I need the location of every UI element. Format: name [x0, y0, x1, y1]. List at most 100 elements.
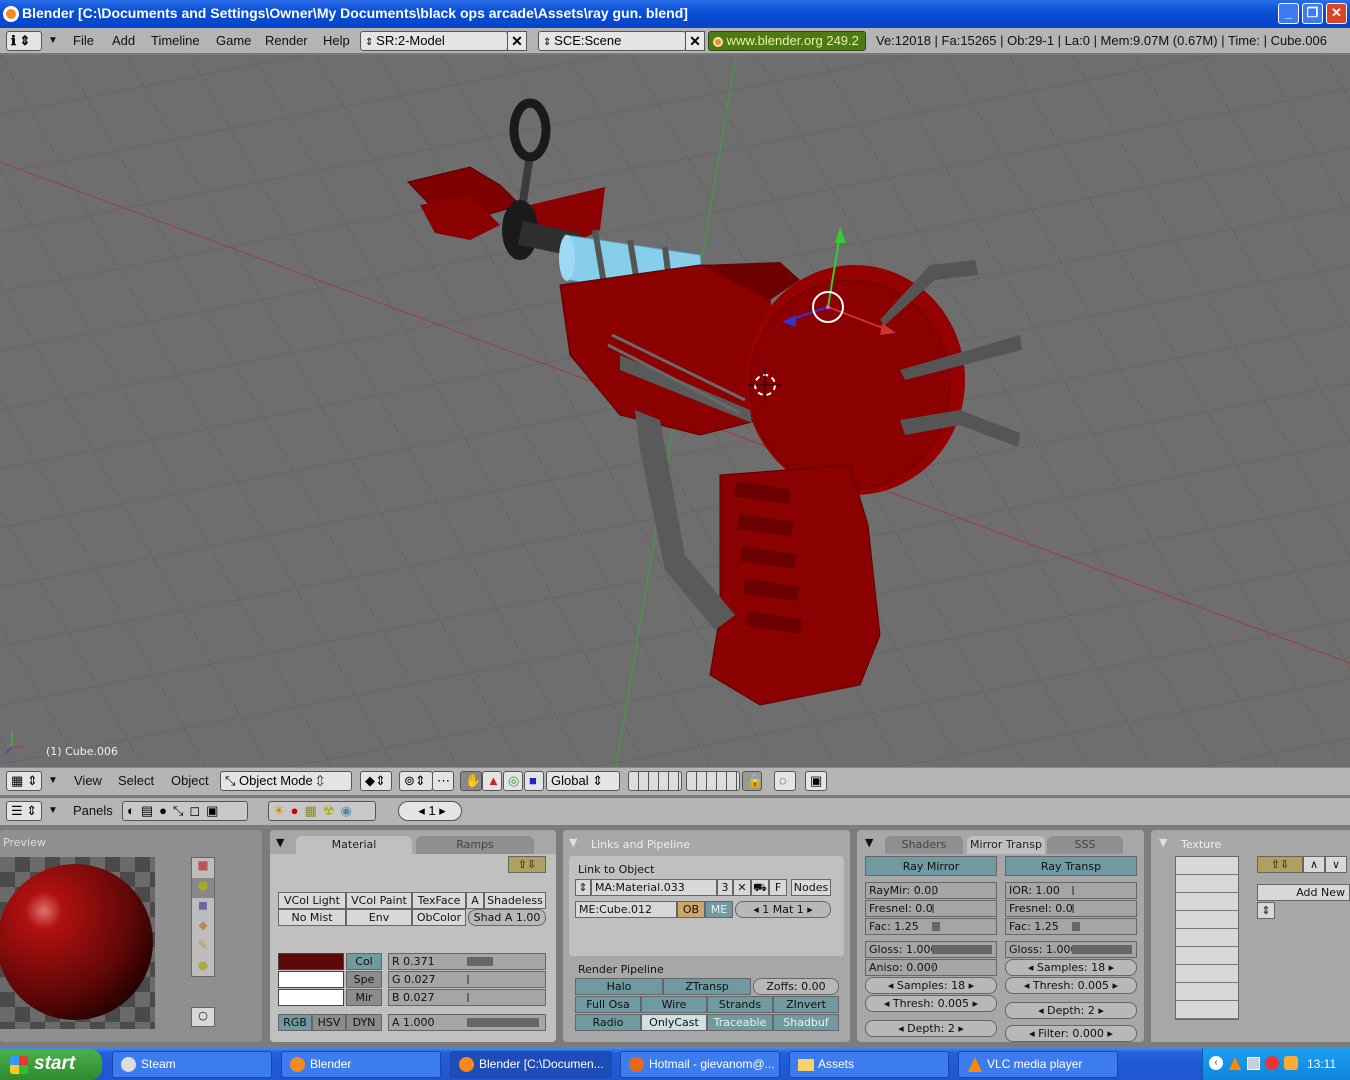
draw-type-select[interactable]: ◆⇕ — [360, 771, 392, 791]
mirror-depth-field[interactable]: ◂ Depth: 2 ▸ — [865, 1020, 997, 1037]
hsv-mode-button[interactable]: HSV — [312, 1014, 346, 1031]
lock-layers-icon[interactable]: 🔒 — [742, 771, 762, 791]
translate-icon[interactable]: ▲ — [482, 771, 502, 791]
collapse-menu-icon[interactable]: ▼ — [48, 35, 58, 46]
manipulator-toggle[interactable]: ✋ — [460, 771, 482, 791]
radio-toggle[interactable]: Radio — [575, 1014, 641, 1031]
mirror-gloss-slider[interactable]: Gloss: 1.000 — [865, 941, 997, 958]
3d-viewport[interactable]: (1) Cube.006 — [0, 55, 1350, 767]
menu-object[interactable]: Object — [171, 773, 209, 788]
transp-gloss-slider[interactable]: Gloss: 1.000 — [1005, 941, 1137, 958]
menu-timeline[interactable]: Timeline — [151, 33, 200, 48]
taskbar-item-assets[interactable]: Assets — [789, 1051, 949, 1078]
antivirus-icon[interactable] — [1265, 1056, 1279, 1070]
material-browse[interactable]: ⇕ — [575, 879, 591, 896]
zoffs-field[interactable]: Zoffs: 0.00 — [753, 978, 839, 995]
ior-slider[interactable]: IOR: 1.00 — [1005, 882, 1137, 899]
start-button[interactable]: start — [0, 1049, 102, 1080]
tab-material[interactable]: Material — [296, 836, 412, 854]
add-new-texture-button[interactable]: Add New — [1257, 884, 1350, 901]
taskbar-item-blender[interactable]: Blender — [281, 1051, 441, 1078]
network-icon[interactable] — [1247, 1057, 1260, 1070]
taskbar-item-hotmail[interactable]: Hotmail - gievanom@... — [620, 1051, 780, 1078]
ray-transp-toggle[interactable]: Ray Transp — [1005, 856, 1137, 876]
zinvert-toggle[interactable]: ZInvert — [773, 996, 839, 1013]
strands-toggle[interactable]: Strands — [707, 996, 773, 1013]
transp-thresh-field[interactable]: ◂ Thresh: 0.005 ▸ — [1005, 977, 1137, 994]
filter-field[interactable]: ◂ Filter: 0.000 ▸ — [1005, 1025, 1137, 1042]
tab-ramps[interactable]: Ramps — [416, 836, 534, 854]
copy-texture-button[interactable]: ⇧⇩ — [1257, 856, 1303, 873]
editor-type-select[interactable]: ☰ ⇕ — [6, 801, 42, 821]
alpha-slider[interactable]: A 1.000 — [388, 1014, 546, 1031]
menu-view[interactable]: View — [74, 773, 102, 788]
menu-add[interactable]: Add — [112, 33, 135, 48]
menu-help[interactable]: Help — [323, 33, 350, 48]
preview-type-buttons[interactable]: ■ ● ◼ ◆ ✎ ● — [191, 857, 215, 977]
traceable-toggle[interactable]: Traceable — [707, 1014, 773, 1031]
full-osa-toggle[interactable]: Full Osa — [575, 996, 641, 1013]
context-buttons[interactable]: ◐▤●⤡◻▣ — [122, 801, 248, 821]
transp-fresnel-slider[interactable]: Fresnel: 0.0 — [1005, 900, 1137, 917]
tab-shaders[interactable]: Shaders — [885, 836, 963, 854]
rotate-icon[interactable]: ◎ — [503, 771, 523, 791]
vlc-tray-icon[interactable] — [1229, 1057, 1241, 1070]
rgb-mode-button[interactable]: RGB — [278, 1014, 312, 1031]
transp-fac-slider[interactable]: Fac: 1.25 — [1005, 918, 1137, 935]
link-ob-button[interactable]: OB — [677, 901, 705, 918]
viewport-scene[interactable] — [0, 55, 1350, 767]
fake-user-button[interactable]: F — [769, 879, 787, 896]
material-context-buttons[interactable]: ☀●▦☢◉ — [268, 801, 376, 821]
shadbuf-toggle[interactable]: Shadbuf — [773, 1014, 839, 1031]
spe-button[interactable]: Spe — [346, 971, 382, 988]
render-preview-icon[interactable]: ▣ — [805, 771, 827, 791]
scale-icon[interactable]: ■ — [524, 771, 544, 791]
material-users[interactable]: 3 — [717, 879, 733, 896]
onlycast-toggle[interactable]: OnlyCast — [641, 1014, 707, 1031]
vcol-light-toggle[interactable]: VCol Light — [278, 892, 346, 909]
scene-select[interactable]: ⇕ SCE:Scene — [538, 31, 686, 51]
mesh-name-field[interactable]: ME:Cube.012 — [575, 901, 677, 918]
link-me-button[interactable]: ME — [705, 901, 733, 918]
menu-game[interactable]: Game — [216, 33, 251, 48]
screen-select[interactable]: ⇕ SR:2-Model — [360, 31, 508, 51]
mirror-fac-slider[interactable]: Fac: 1.25 — [865, 918, 997, 935]
tab-mirror-transp[interactable]: Mirror Transp — [967, 836, 1045, 854]
color-swatch-col[interactable] — [278, 953, 344, 970]
preview-refresh-button[interactable]: ○ — [191, 1007, 215, 1027]
mode-select[interactable]: ⤡ Object Mode ⇕ — [220, 771, 352, 791]
bluetooth-icon[interactable] — [1284, 1056, 1298, 1070]
collapse-icon[interactable]: ▼ — [865, 836, 873, 849]
taskbar-item-steam[interactable]: Steam — [112, 1051, 272, 1078]
nodes-button[interactable]: Nodes — [791, 879, 831, 896]
texface-toggle[interactable]: TexFace — [412, 892, 466, 909]
vcol-paint-toggle[interactable]: VCol Paint — [346, 892, 412, 909]
texture-browse[interactable]: ⇕ — [1257, 902, 1275, 919]
pivot-select[interactable]: ⊚⇕ — [399, 771, 433, 791]
delete-scene-button[interactable]: ✕ — [685, 31, 705, 51]
snap-select[interactable]: ⋯ — [432, 771, 454, 791]
blue-slider[interactable]: B 0.027 — [388, 989, 546, 1006]
transp-depth-field[interactable]: ◂ Depth: 2 ▸ — [1005, 1002, 1137, 1019]
preview-monkey-icon[interactable]: ◆ — [192, 918, 214, 938]
red-slider[interactable]: R 0.371 — [388, 953, 546, 970]
halo-toggle[interactable]: Halo — [575, 978, 663, 995]
collapse-icon[interactable]: ▼ — [569, 836, 577, 849]
minimize-button[interactable]: _ — [1278, 3, 1299, 24]
editor-type-select[interactable]: ▦ ⇕ — [6, 771, 42, 791]
color-swatch-spe[interactable] — [278, 971, 344, 988]
env-toggle[interactable]: Env — [346, 909, 412, 926]
taskbar-item-blender-file[interactable]: Blender [C:\Documen... — [450, 1051, 612, 1078]
auto-name-icon[interactable]: ⛟ — [751, 879, 769, 896]
color-swatch-mir[interactable] — [278, 989, 344, 1006]
raymir-slider[interactable]: RayMir: 0.00 — [865, 882, 997, 899]
tray-expand-icon[interactable]: ‹ — [1209, 1056, 1223, 1070]
collapse-menu-icon[interactable]: ▼ — [48, 775, 58, 786]
orientation-select[interactable]: Global ⇕ — [546, 771, 620, 791]
unlink-material-button[interactable]: ✕ — [733, 879, 751, 896]
menu-render[interactable]: Render — [265, 33, 308, 48]
preview-sky-icon[interactable]: ● — [192, 958, 214, 978]
mirror-fresnel-slider[interactable]: Fresnel: 0.0 — [865, 900, 997, 917]
collapse-icon[interactable]: ▼ — [1159, 836, 1167, 849]
mirror-samples-field[interactable]: ◂ Samples: 18 ▸ — [865, 977, 997, 994]
